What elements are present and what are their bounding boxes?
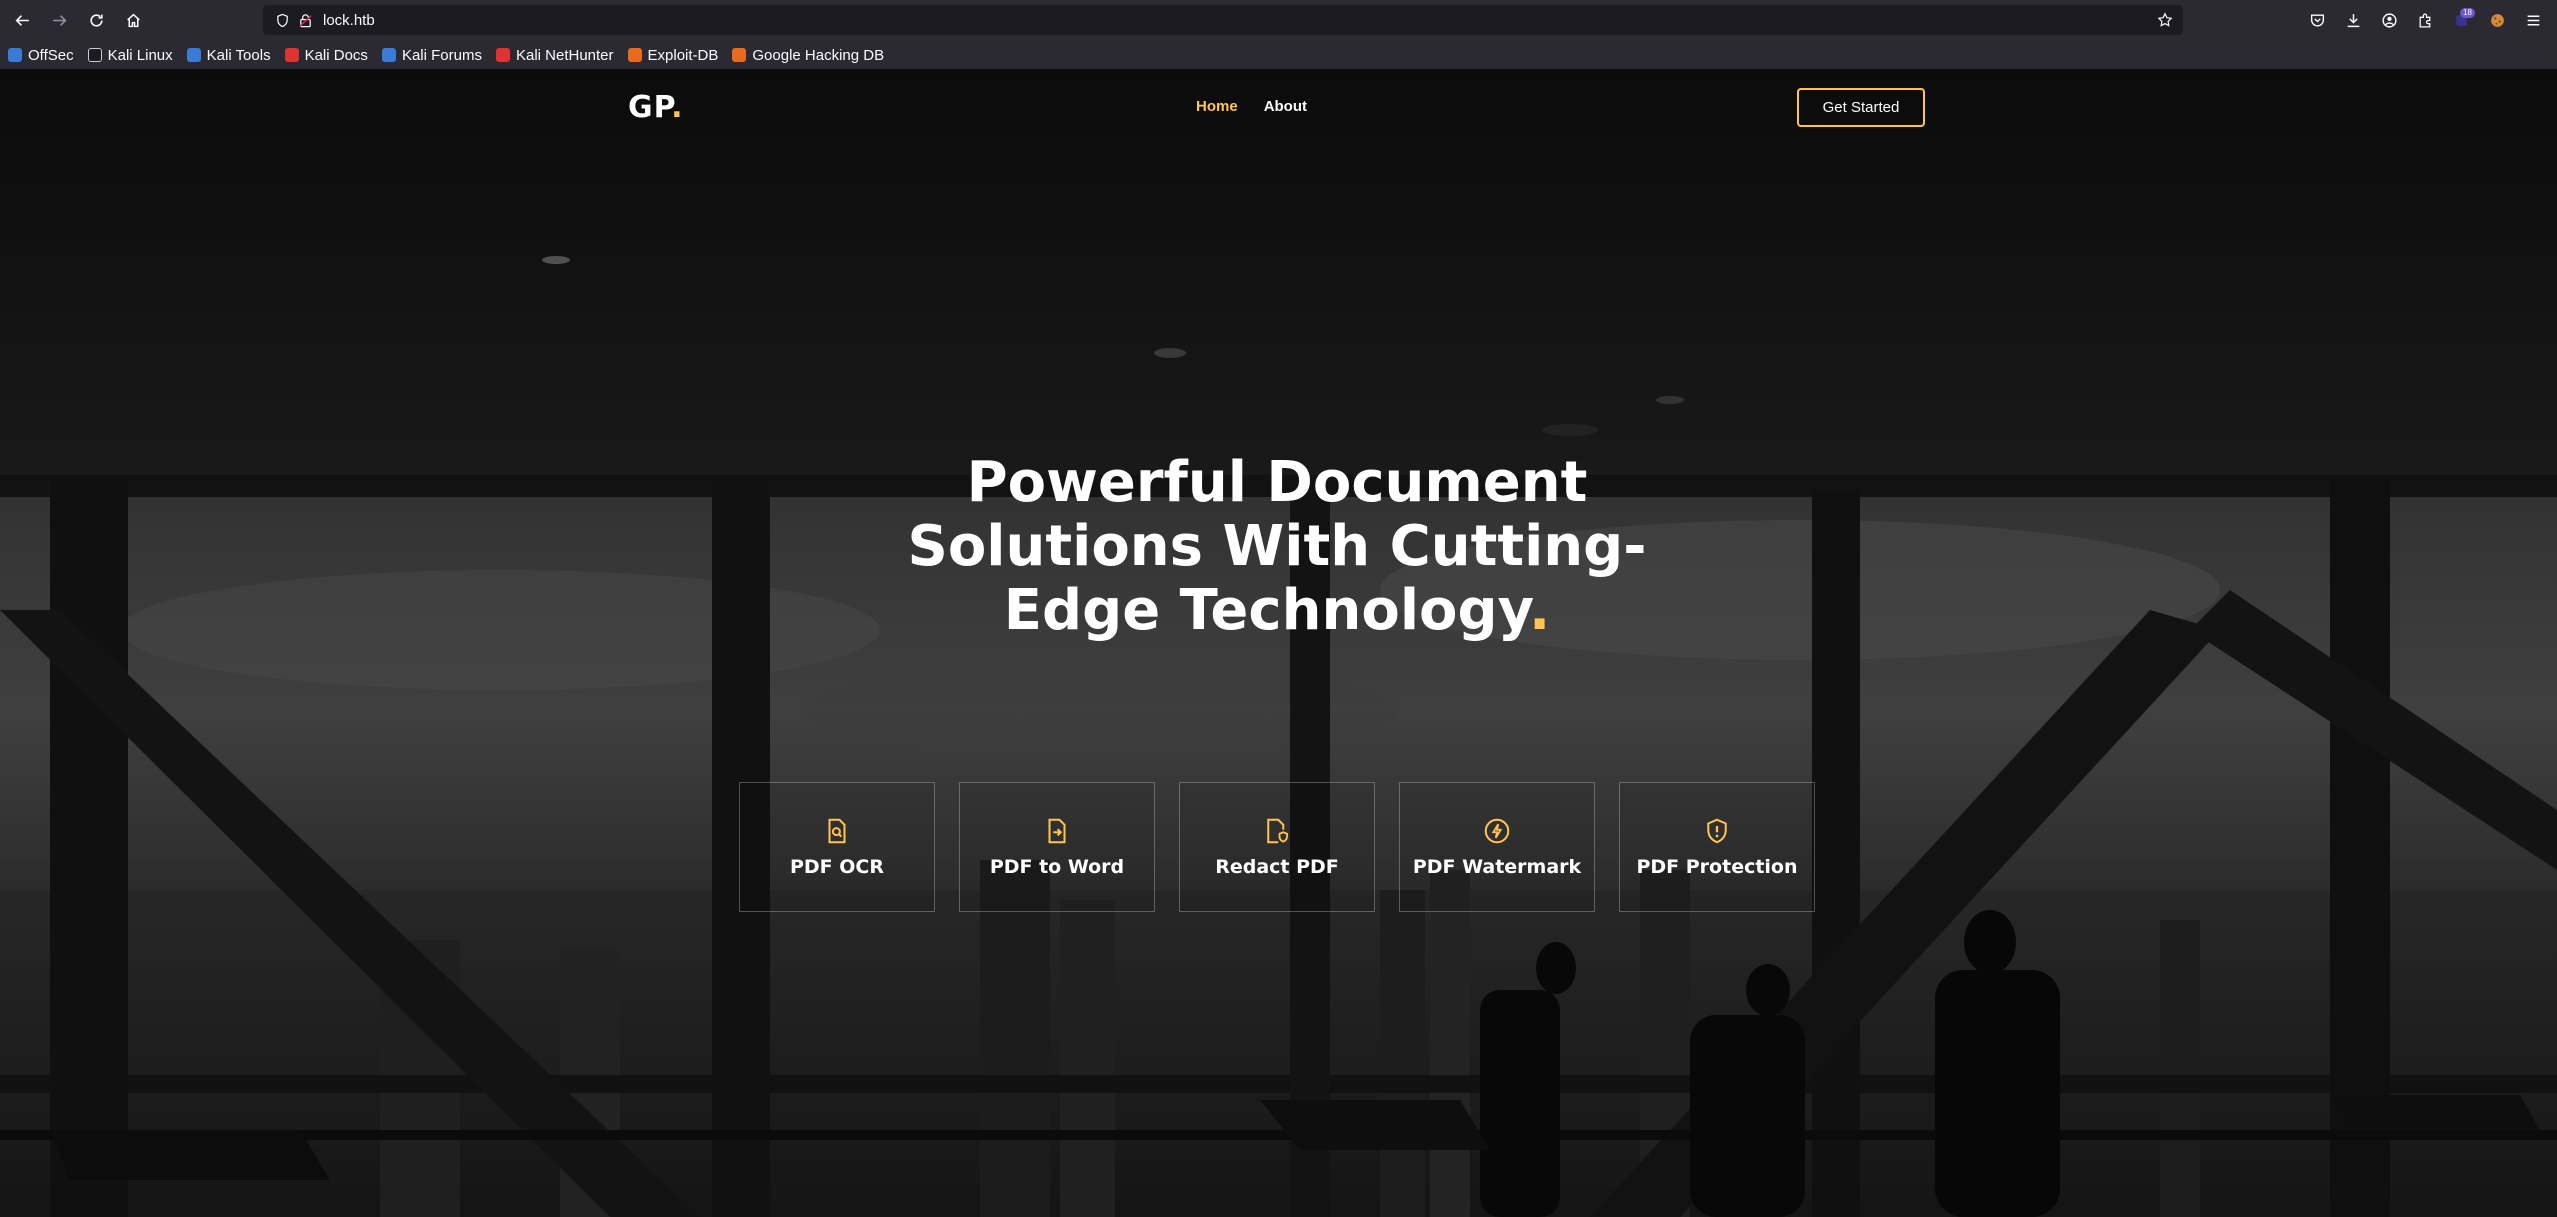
account-button[interactable]	[2374, 5, 2405, 35]
service-label: Redact PDF	[1215, 856, 1339, 878]
bookmark-google-hacking-db[interactable]: Google Hacking DB	[732, 47, 884, 64]
bookmark-kali-nethunter[interactable]: Kali NetHunter	[495, 46, 614, 64]
bookmark-kali-forums[interactable]: Kali Forums	[381, 46, 482, 64]
home-icon	[126, 13, 140, 28]
downloads-button[interactable]	[2338, 5, 2369, 35]
download-icon	[2347, 13, 2360, 27]
logo-text: GP	[628, 90, 672, 125]
url-text: lock.htb	[323, 11, 375, 29]
bookmarks-toolbar: OffSec Kali Linux Kali Tools Kali Docs K…	[0, 41, 2557, 70]
service-card-pdf-to-word[interactable]: PDF to Word	[959, 782, 1155, 912]
lightning-icon	[1482, 816, 1512, 846]
file-search-icon	[822, 816, 852, 846]
logo-dot: .	[671, 90, 684, 125]
forward-button[interactable]	[44, 6, 74, 36]
service-card-redact-pdf[interactable]: Redact PDF	[1179, 782, 1375, 912]
url-bar[interactable]: lock.htb	[263, 5, 2183, 35]
service-label: PDF OCR	[789, 856, 885, 878]
main-nav: Home About	[1196, 98, 1307, 115]
bookmark-label: Kali Linux	[107, 46, 173, 64]
bookmark-offsec[interactable]: OffSec	[8, 47, 74, 64]
google-hacking-db-icon	[732, 48, 747, 62]
service-label: PDF Protection	[1636, 856, 1798, 878]
bookmark-kali-docs[interactable]: Kali Docs	[284, 46, 368, 64]
hero-overlay	[0, 70, 2557, 1217]
kali-dragon-icon	[87, 48, 102, 62]
bookmark-label: Exploit-DB	[647, 46, 719, 64]
kali-forums-icon	[381, 48, 396, 62]
bookmark-star-icon[interactable]	[2157, 12, 2173, 28]
extensions-button[interactable]	[2410, 5, 2441, 35]
bookmark-label: OffSec	[28, 46, 74, 64]
bookmark-kali-tools[interactable]: Kali Tools	[186, 46, 271, 64]
forward-arrow-icon	[52, 15, 66, 26]
page-viewport: GP. Home About Get Started Powerful Docu…	[0, 70, 2557, 1217]
hero-headline: Powerful Document Solutions With Cutting…	[860, 451, 1694, 643]
extension-button[interactable]: 18	[2446, 5, 2477, 35]
cookie-extension-button[interactable]	[2482, 5, 2513, 35]
pocket-icon	[2310, 13, 2325, 26]
back-arrow-icon	[15, 15, 29, 26]
pocket-button[interactable]	[2302, 5, 2333, 35]
puzzle-icon	[2419, 13, 2431, 28]
service-card-pdf-protection[interactable]: PDF Protection	[1619, 782, 1815, 912]
service-label: PDF Watermark	[1412, 856, 1582, 878]
site-logo[interactable]: GP.	[628, 90, 684, 125]
nav-buttons	[7, 6, 148, 36]
nav-link-about[interactable]: About	[1264, 98, 1307, 115]
service-card-pdf-ocr[interactable]: PDF OCR	[739, 782, 935, 912]
bookmark-kali-linux[interactable]: Kali Linux	[87, 46, 173, 64]
toolbar-right: 18	[2302, 5, 2549, 35]
service-label: PDF to Word	[989, 856, 1125, 878]
cookie-icon	[2491, 13, 2504, 27]
bookmark-label: Kali NetHunter	[515, 46, 614, 64]
reload-button[interactable]	[81, 6, 111, 36]
bookmark-label: Kali Tools	[206, 46, 271, 64]
kali-docs-icon	[284, 48, 299, 62]
service-card-pdf-watermark[interactable]: PDF Watermark	[1399, 782, 1595, 912]
hamburger-menu-icon	[2527, 15, 2540, 25]
account-icon	[2382, 12, 2397, 28]
get-started-button[interactable]: Get Started	[1797, 88, 1925, 127]
menu-button[interactable]	[2518, 5, 2549, 35]
bookmark-label: Kali Forums	[401, 46, 482, 64]
reload-icon	[89, 14, 103, 27]
insecure-lock-icon[interactable]	[297, 12, 313, 28]
browser-toolbar: lock.htb 18	[0, 0, 2557, 41]
kali-tools-icon	[186, 48, 201, 62]
exploit-db-icon	[627, 48, 642, 62]
file-arrow-icon	[1042, 816, 1072, 846]
services-row: PDF OCR PDF to Word Redact PDF PDF Water…	[739, 782, 1815, 912]
offsec-icon	[8, 48, 22, 62]
shield-exclamation-icon	[1702, 816, 1732, 846]
nav-link-home[interactable]: Home	[1196, 98, 1238, 115]
headline-dot: .	[1528, 578, 1551, 643]
bookmark-exploit-db[interactable]: Exploit-DB	[627, 46, 719, 64]
home-button[interactable]	[118, 6, 148, 36]
bookmark-label: Kali Docs	[304, 46, 368, 64]
tracking-shield-icon[interactable]	[274, 12, 290, 28]
bookmark-label: Google Hacking DB	[752, 46, 885, 64]
file-shield-icon	[1262, 816, 1292, 846]
site-header: GP. Home About Get Started	[0, 70, 2557, 146]
kali-nethunter-icon	[495, 48, 510, 62]
back-button[interactable]	[7, 6, 37, 36]
extension-badge: 18	[2460, 8, 2475, 18]
